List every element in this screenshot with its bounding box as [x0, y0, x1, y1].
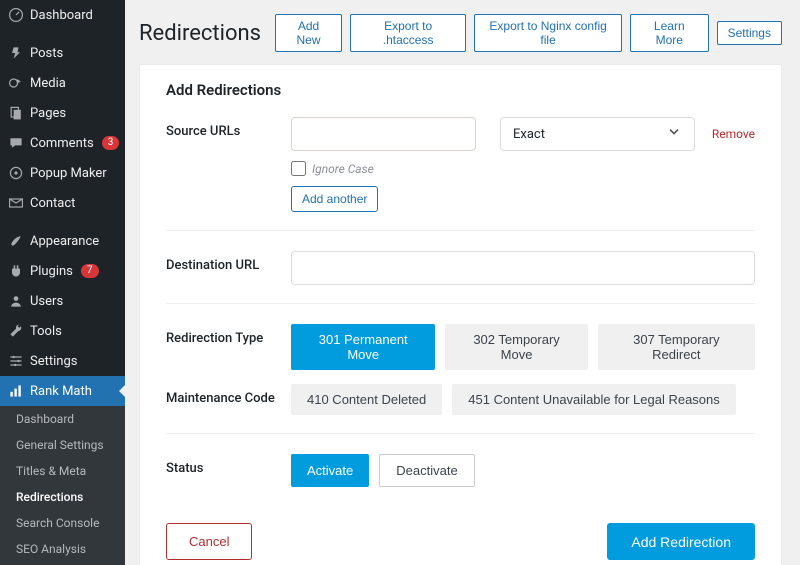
sidebar-item-label: Posts	[30, 46, 63, 61]
plug-icon	[8, 263, 24, 279]
match-type-select[interactable]: Exact	[500, 117, 695, 151]
sidebar-item-label: Comments	[30, 136, 94, 151]
divider	[166, 303, 755, 304]
status-label: Status	[166, 454, 291, 487]
sidebar-item-label: Dashboard	[30, 8, 93, 23]
brush-icon	[8, 233, 24, 249]
sidebar-item-dashboard[interactable]: Dashboard	[0, 0, 125, 30]
rankmath-icon	[8, 383, 24, 399]
source-urls-row: Source URLs Exact Remove Ignore Case Add…	[166, 117, 755, 212]
sidebar-item-settings[interactable]: Settings	[0, 346, 125, 376]
submenu-item-dashboard[interactable]: Dashboard	[0, 406, 125, 432]
submenu-item-redirections[interactable]: Redirections	[0, 484, 125, 510]
comments-badge: 3	[102, 136, 120, 150]
sidebar-item-rank-math[interactable]: Rank Math	[0, 376, 125, 406]
media-icon	[8, 75, 24, 91]
redirection-type-302[interactable]: 302 Temporary Move	[445, 324, 587, 370]
cancel-button[interactable]: Cancel	[166, 523, 252, 560]
destination-row: Destination URL	[166, 251, 755, 285]
sidebar-item-users[interactable]: Users	[0, 286, 125, 316]
source-urls-label: Source URLs	[166, 117, 291, 212]
plugins-badge: 7	[81, 264, 99, 278]
comment-icon	[8, 135, 24, 151]
sidebar-item-label: Users	[30, 294, 63, 309]
admin-sidebar: Dashboard Posts Media Pages Comments 3 P…	[0, 0, 125, 565]
status-row: Status Activate Deactivate	[166, 454, 755, 487]
source-url-input[interactable]	[291, 117, 476, 151]
popup-icon	[8, 165, 24, 181]
add-another-button[interactable]: Add another	[291, 186, 378, 212]
pin-icon	[8, 45, 24, 61]
ignore-case-checkbox[interactable]	[291, 161, 306, 176]
add-redirection-button[interactable]: Add Redirection	[607, 523, 755, 560]
sidebar-item-label: Appearance	[30, 234, 99, 249]
export-htaccess-button[interactable]: Export to .htaccess	[350, 14, 466, 52]
submenu-item-general-settings[interactable]: General Settings	[0, 432, 125, 458]
card-heading: Add Redirections	[166, 81, 755, 99]
redirection-type-row: Redirection Type 301 Permanent Move 302 …	[166, 324, 755, 370]
sidebar-item-appearance[interactable]: Appearance	[0, 226, 125, 256]
sidebar-item-posts[interactable]: Posts	[0, 38, 125, 68]
ignore-case-label[interactable]: Ignore Case	[291, 161, 755, 176]
export-nginx-button[interactable]: Export to Nginx config file	[474, 14, 622, 52]
submenu-item-search-console[interactable]: Search Console	[0, 510, 125, 536]
user-icon	[8, 293, 24, 309]
sidebar-item-label: Plugins	[30, 264, 73, 279]
learn-more-button[interactable]: Learn More	[630, 14, 709, 52]
status-activate[interactable]: Activate	[291, 454, 369, 487]
chevron-down-icon	[666, 124, 682, 144]
maintenance-code-label: Maintenance Code	[166, 384, 291, 415]
redirection-type-301[interactable]: 301 Permanent Move	[291, 324, 435, 370]
sidebar-item-plugins[interactable]: Plugins 7	[0, 256, 125, 286]
sidebar-item-label: Settings	[30, 354, 77, 369]
page-header: Redirections Add New Export to .htaccess…	[139, 0, 782, 64]
remove-source-link[interactable]: Remove	[712, 127, 755, 141]
maintenance-451[interactable]: 451 Content Unavailable for Legal Reason…	[452, 384, 736, 415]
redirection-type-307[interactable]: 307 Temporary Redirect	[598, 324, 755, 370]
sidebar-item-label: Rank Math	[30, 384, 92, 399]
sidebar-item-media[interactable]: Media	[0, 68, 125, 98]
sidebar-item-popup-maker[interactable]: Popup Maker	[0, 158, 125, 188]
sliders-icon	[8, 353, 24, 369]
divider	[166, 230, 755, 231]
sidebar-item-label: Pages	[30, 106, 66, 121]
sidebar-item-label: Popup Maker	[30, 166, 107, 181]
submenu-item-titles-meta[interactable]: Titles & Meta	[0, 458, 125, 484]
match-type-value: Exact	[513, 127, 545, 142]
mail-icon	[8, 195, 24, 211]
sidebar-item-label: Tools	[30, 324, 62, 339]
submenu-item-seo-analysis[interactable]: SEO Analysis	[0, 536, 125, 562]
settings-button[interactable]: Settings	[717, 21, 782, 45]
sidebar-item-label: Contact	[30, 196, 75, 211]
page-title: Redirections	[139, 21, 261, 46]
maintenance-code-row: Maintenance Code 410 Content Deleted 451…	[166, 384, 755, 415]
sidebar-item-comments[interactable]: Comments 3	[0, 128, 125, 158]
divider	[166, 433, 755, 434]
wrench-icon	[8, 323, 24, 339]
maintenance-410[interactable]: 410 Content Deleted	[291, 384, 442, 415]
destination-label: Destination URL	[166, 251, 291, 285]
destination-url-input[interactable]	[291, 251, 755, 285]
status-deactivate[interactable]: Deactivate	[379, 454, 474, 487]
redirection-type-label: Redirection Type	[166, 324, 291, 370]
form-footer: Cancel Add Redirection	[166, 523, 755, 560]
sidebar-item-tools[interactable]: Tools	[0, 316, 125, 346]
sidebar-item-contact[interactable]: Contact	[0, 188, 125, 218]
main-content: Redirections Add New Export to .htaccess…	[125, 0, 800, 565]
sidebar-item-label: Media	[30, 76, 66, 91]
sidebar-item-pages[interactable]: Pages	[0, 98, 125, 128]
sidebar-submenu: Dashboard General Settings Titles & Meta…	[0, 406, 125, 565]
add-new-button[interactable]: Add New	[275, 14, 342, 52]
add-redirections-card: Add Redirections Source URLs Exact Remov…	[139, 64, 782, 565]
ignore-case-text: Ignore Case	[312, 162, 374, 176]
dashboard-icon	[8, 7, 24, 23]
page-icon	[8, 105, 24, 121]
